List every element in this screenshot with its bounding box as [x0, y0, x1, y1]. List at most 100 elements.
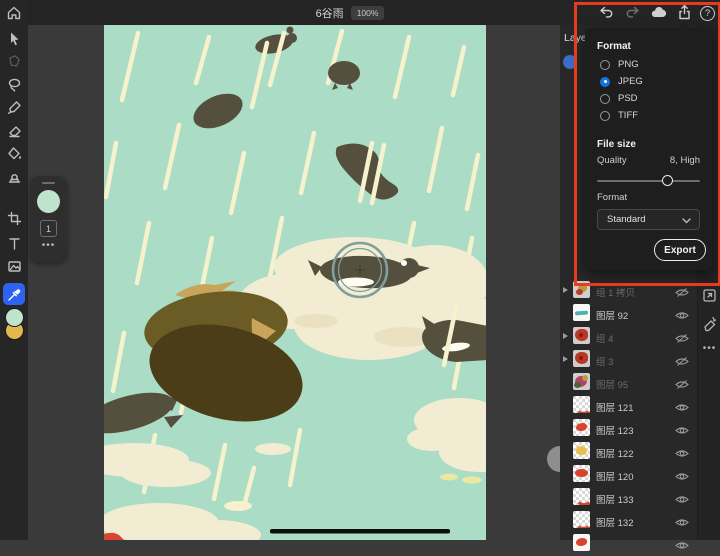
layer-thumbnail[interactable]: [573, 534, 590, 551]
radio-icon[interactable]: [600, 111, 610, 121]
lasso-tool-icon[interactable]: [0, 73, 28, 95]
layer-thumbnail[interactable]: [573, 373, 590, 390]
clone-stamp-tool-icon[interactable]: [0, 165, 28, 187]
resize-canvas-icon[interactable]: [701, 287, 718, 304]
visibility-eye-icon[interactable]: [675, 331, 689, 342]
type-tool-icon[interactable]: [0, 232, 28, 254]
format-option-png[interactable]: PNG: [600, 58, 639, 71]
visibility-eye-icon[interactable]: [675, 354, 689, 365]
quality-value: 8, High: [670, 155, 700, 166]
layer-row[interactable]: 图层 133: [560, 486, 697, 508]
layer-thumbnail[interactable]: [573, 465, 590, 482]
format-section-header: Format: [597, 41, 631, 52]
format-option-jpeg[interactable]: JPEG: [600, 75, 643, 88]
layer-name: 组 4: [596, 331, 613, 345]
layer-row[interactable]: [560, 532, 697, 554]
crop-tool-icon[interactable]: [0, 207, 28, 229]
export-popover: Format PNG JPEG PSD TIFF File size Quali…: [585, 28, 712, 270]
visibility-eye-icon[interactable]: [675, 308, 689, 319]
panel-more-options-icon[interactable]: •••: [698, 343, 720, 360]
layer-thumbnail-partial[interactable]: [563, 55, 577, 69]
layer-thumbnail[interactable]: [573, 396, 590, 413]
clear-layer-icon[interactable]: [701, 315, 718, 332]
help-icon[interactable]: ?: [700, 6, 715, 21]
file-size-section-header: File size: [597, 139, 636, 150]
layer-name: 图层 123: [596, 423, 634, 437]
share-export-icon[interactable]: [676, 4, 693, 21]
cloud-sync-icon[interactable]: [650, 4, 667, 21]
brush-color-preview[interactable]: [37, 190, 60, 213]
radio-label: PNG: [618, 59, 639, 70]
layer-row[interactable]: 图层 92: [560, 302, 697, 324]
visibility-eye-icon[interactable]: [675, 446, 689, 457]
layer-name: 图层 92: [596, 308, 628, 322]
visibility-eye-icon[interactable]: [675, 515, 689, 526]
quality-slider-knob[interactable]: [662, 175, 673, 186]
visibility-eye-icon[interactable]: [675, 285, 689, 296]
eyedropper-tool-icon[interactable]: [3, 283, 25, 305]
drag-handle[interactable]: [42, 182, 55, 184]
brush-tool-icon[interactable]: [0, 96, 28, 118]
layer-name: 组 1 拷贝: [596, 285, 635, 299]
app-root: { "app": { "title": "6谷雨", "zoom_level":…: [0, 0, 720, 540]
popover-caret: [677, 21, 691, 28]
layer-row[interactable]: 图层 120: [560, 463, 697, 485]
format-select-dropdown[interactable]: Standard: [597, 209, 700, 230]
layer-name: 图层 133: [596, 492, 634, 506]
format-option-psd[interactable]: PSD: [600, 92, 638, 105]
penguin-sky-illustration: [104, 25, 486, 540]
layer-thumbnail[interactable]: [573, 488, 590, 505]
brush-size-button[interactable]: 1: [40, 220, 57, 237]
redo-icon[interactable]: [624, 4, 641, 21]
visibility-eye-icon[interactable]: [675, 423, 689, 434]
canvas-artwork[interactable]: [104, 25, 486, 540]
eraser-tool-icon[interactable]: [0, 119, 28, 141]
layer-name: 图层 120: [596, 469, 634, 483]
layer-name: 组 3: [596, 354, 613, 368]
layer-row[interactable]: 组 1 拷贝: [560, 279, 697, 301]
export-button[interactable]: Export: [654, 239, 706, 261]
visibility-eye-icon[interactable]: [675, 377, 689, 388]
foreground-color-swatch[interactable]: [5, 308, 24, 327]
layer-row[interactable]: 组 4: [560, 325, 697, 347]
quality-label: Quality: [597, 155, 627, 166]
zoom-level-badge[interactable]: 100%: [351, 6, 385, 20]
layer-thumbnail[interactable]: [573, 511, 590, 528]
layer-thumbnail[interactable]: [573, 327, 590, 344]
visibility-eye-icon[interactable]: [675, 469, 689, 480]
format-option-tiff[interactable]: TIFF: [600, 109, 638, 122]
tool-options-popover: 1 •••: [30, 176, 67, 262]
panel-drawer-handle[interactable]: [547, 446, 560, 472]
layer-name: 图层 132: [596, 515, 634, 529]
layer-row[interactable]: 图层 121: [560, 394, 697, 416]
quality-slider[interactable]: [597, 180, 700, 182]
fill-tool-icon[interactable]: [0, 142, 28, 164]
layer-row[interactable]: 图层 122: [560, 440, 697, 462]
radio-icon[interactable]: [600, 60, 610, 70]
document-title: 6谷雨: [316, 5, 344, 21]
group-disclosure-icon[interactable]: [563, 356, 568, 362]
visibility-eye-icon[interactable]: [675, 492, 689, 503]
left-toolbar: [0, 0, 28, 540]
transform-tool-icon[interactable]: [0, 50, 28, 72]
undo-icon[interactable]: [598, 4, 615, 21]
group-disclosure-icon[interactable]: [563, 287, 568, 293]
layer-thumbnail[interactable]: [573, 281, 590, 298]
layer-row[interactable]: 组 3: [560, 348, 697, 370]
move-tool-icon[interactable]: [0, 27, 28, 49]
place-image-tool-icon[interactable]: [0, 255, 28, 277]
more-options-icon[interactable]: •••: [30, 240, 67, 251]
layer-row[interactable]: 图层 95: [560, 371, 697, 393]
radio-icon[interactable]: [600, 77, 610, 87]
layer-thumbnail[interactable]: [573, 442, 590, 459]
layer-thumbnail[interactable]: [573, 304, 590, 321]
visibility-eye-icon[interactable]: [675, 400, 689, 411]
home-icon[interactable]: [0, 2, 28, 24]
layer-name: 图层 122: [596, 446, 634, 460]
group-disclosure-icon[interactable]: [563, 333, 568, 339]
layer-row[interactable]: 图层 132: [560, 509, 697, 531]
layer-thumbnail[interactable]: [573, 350, 590, 367]
radio-icon[interactable]: [600, 94, 610, 104]
layer-row[interactable]: 图层 123: [560, 417, 697, 439]
layer-thumbnail[interactable]: [573, 419, 590, 436]
